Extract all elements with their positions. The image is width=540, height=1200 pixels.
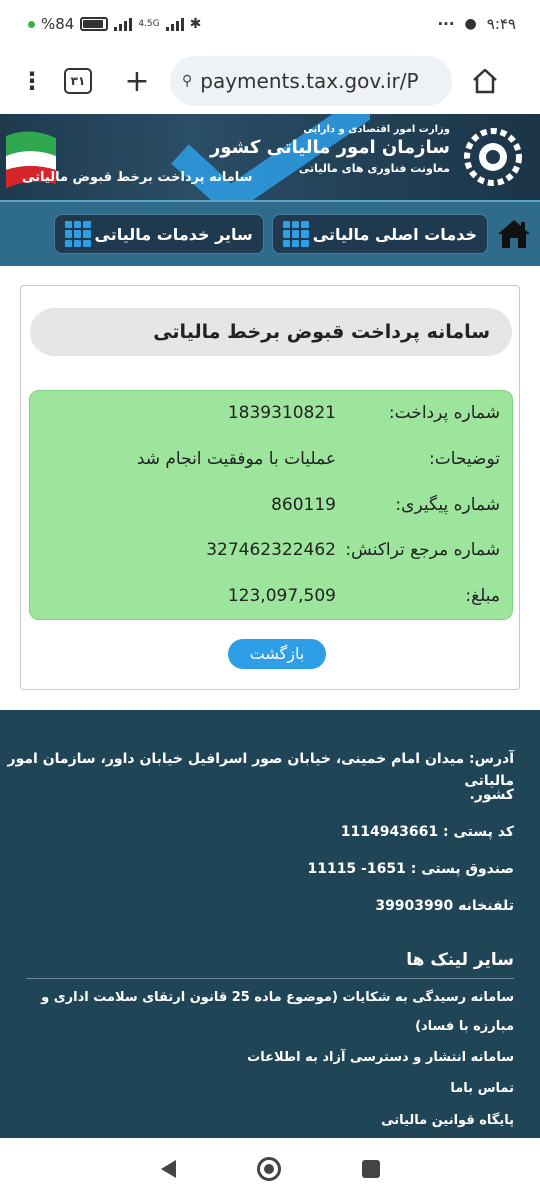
main-services-button[interactable]: خدمات اصلی مالیاتی xyxy=(271,214,488,254)
status-bar: %84 4.5G ✱ ··· ● ۹:۴۹ xyxy=(0,0,540,48)
bluetooth-icon: ✱ xyxy=(189,16,202,32)
row-label: شماره مرجع تراکنش: xyxy=(345,540,500,560)
org-info: وزارت امور اقتصادی و دارایی سازمان امور … xyxy=(210,124,450,175)
battery-icon xyxy=(80,17,109,31)
divider xyxy=(26,978,514,979)
deputy-name: معاونت فناوری های مالیاتی xyxy=(298,162,450,175)
tab-switcher-button[interactable]: ۳۱ xyxy=(64,68,92,94)
home-icon[interactable] xyxy=(496,216,532,252)
main-services-label: خدمات اصلی مالیاتی xyxy=(312,224,477,244)
postal-code: کد پستی : 1114943661 xyxy=(340,824,514,840)
transaction-ref-row: شماره مرجع تراکنش: 327462322462 xyxy=(28,530,512,570)
phone: تلفنخانه 39903990 xyxy=(375,898,514,914)
po-box: صندوق پستی : 1651- 11115 xyxy=(307,861,514,877)
org-name: سازمان امور مالیاتی کشور xyxy=(209,137,450,158)
row-label: شماره پرداخت: xyxy=(388,403,500,423)
signal-icon xyxy=(114,17,133,31)
browser-menu-icon[interactable]: ⋮ xyxy=(14,69,50,93)
address-line-2: کشور. xyxy=(469,787,514,803)
tracking-number-row: شماره پیگیری: 860119 xyxy=(28,485,512,525)
network-type: 4.5G xyxy=(138,18,160,29)
complaints-link[interactable]: سامانه رسیدگی به شکایات (موضوع ماده 25 ق… xyxy=(26,986,514,1010)
contact-link[interactable]: تماس باما xyxy=(26,1077,514,1101)
clock: ۹:۴۹ xyxy=(486,15,516,33)
row-value: 123,097,509 xyxy=(227,586,336,606)
address-line-1: آدرس: میدان امام خمینی، خیابان صور اسراف… xyxy=(7,751,514,789)
payment-result-panel: سامانه پرداخت قبوض برخط مالیاتی شماره پر… xyxy=(20,285,520,690)
status-left: %84 4.5G ✱ xyxy=(28,15,201,33)
browser-toolbar: ⋮ ۳۱ + ⚲ payments.tax.gov.ir/P xyxy=(0,48,540,114)
row-value: 1839310821 xyxy=(227,403,336,423)
tab-count: ۳۱ xyxy=(70,74,86,88)
site-header: سامانه پرداخت برخط قبوض مالیاتی وزارت ام… xyxy=(0,114,540,200)
home-circle-icon[interactable] xyxy=(256,1157,281,1181)
battery-percent: %84 xyxy=(41,15,75,33)
tax-laws-link[interactable]: پایگاه قوانین مالیاتی xyxy=(26,1109,514,1133)
row-value: 860119 xyxy=(271,495,336,515)
page-title: سامانه پرداخت قبوض برخط مالیاتی xyxy=(30,308,512,356)
main-nav: خدمات اصلی مالیاتی سایر خدمات مالیاتی xyxy=(0,200,540,266)
back-button[interactable]: بازگشت xyxy=(228,639,326,669)
info-access-link[interactable]: سامانه انتشار و دسترسی آزاد به اطلاعات xyxy=(26,1046,514,1070)
row-label: شماره پیگیری: xyxy=(395,495,500,515)
row-value: عملیات با موفقیت انجام شد xyxy=(136,449,336,469)
browser-home-icon[interactable] xyxy=(470,66,500,96)
row-value: 327462322462 xyxy=(206,540,336,560)
site-settings-icon[interactable]: ⚲ xyxy=(182,73,192,89)
privacy-dot-icon xyxy=(28,20,35,28)
amount-row: مبلغ: 123,097,509 xyxy=(28,576,512,616)
row-label: توضیحات: xyxy=(429,449,500,469)
row-label: مبلغ: xyxy=(465,586,500,606)
tax-org-logo xyxy=(464,128,522,186)
ellipsis-icon: ··· xyxy=(437,15,455,33)
ministry-name: وزارت امور اقتصادی و دارایی xyxy=(303,124,450,135)
address-bar[interactable]: ⚲ payments.tax.gov.ir/P xyxy=(170,56,452,106)
other-services-button[interactable]: سایر خدمات مالیاتی xyxy=(53,214,264,254)
footer: آدرس: میدان امام خمینی، خیابان صور اسراف… xyxy=(0,710,540,1138)
links-title: سایر لینک ها xyxy=(406,950,514,970)
recent-apps-icon[interactable] xyxy=(361,1160,380,1178)
success-result-box: شماره پرداخت: 1839310821 توضیحات: عملیات… xyxy=(29,390,513,620)
description-row: توضیحات: عملیات با موفقیت انجام شد xyxy=(28,439,512,479)
signal-icon-2 xyxy=(165,17,184,31)
message-icon: ● xyxy=(464,16,477,32)
complaints-link-continued[interactable]: مبارزه با فساد) xyxy=(26,1015,514,1039)
other-services-label: سایر خدمات مالیاتی xyxy=(94,224,253,244)
system-navigation-bar xyxy=(0,1138,540,1200)
status-right: ··· ● ۹:۴۹ xyxy=(437,15,516,33)
grid-icon xyxy=(282,221,309,247)
back-icon[interactable] xyxy=(160,1160,176,1178)
url-text: payments.tax.gov.ir/P xyxy=(200,69,419,93)
new-tab-icon[interactable]: + xyxy=(122,64,152,99)
grid-icon xyxy=(64,221,91,247)
payment-number-row: شماره پرداخت: 1839310821 xyxy=(28,393,512,433)
